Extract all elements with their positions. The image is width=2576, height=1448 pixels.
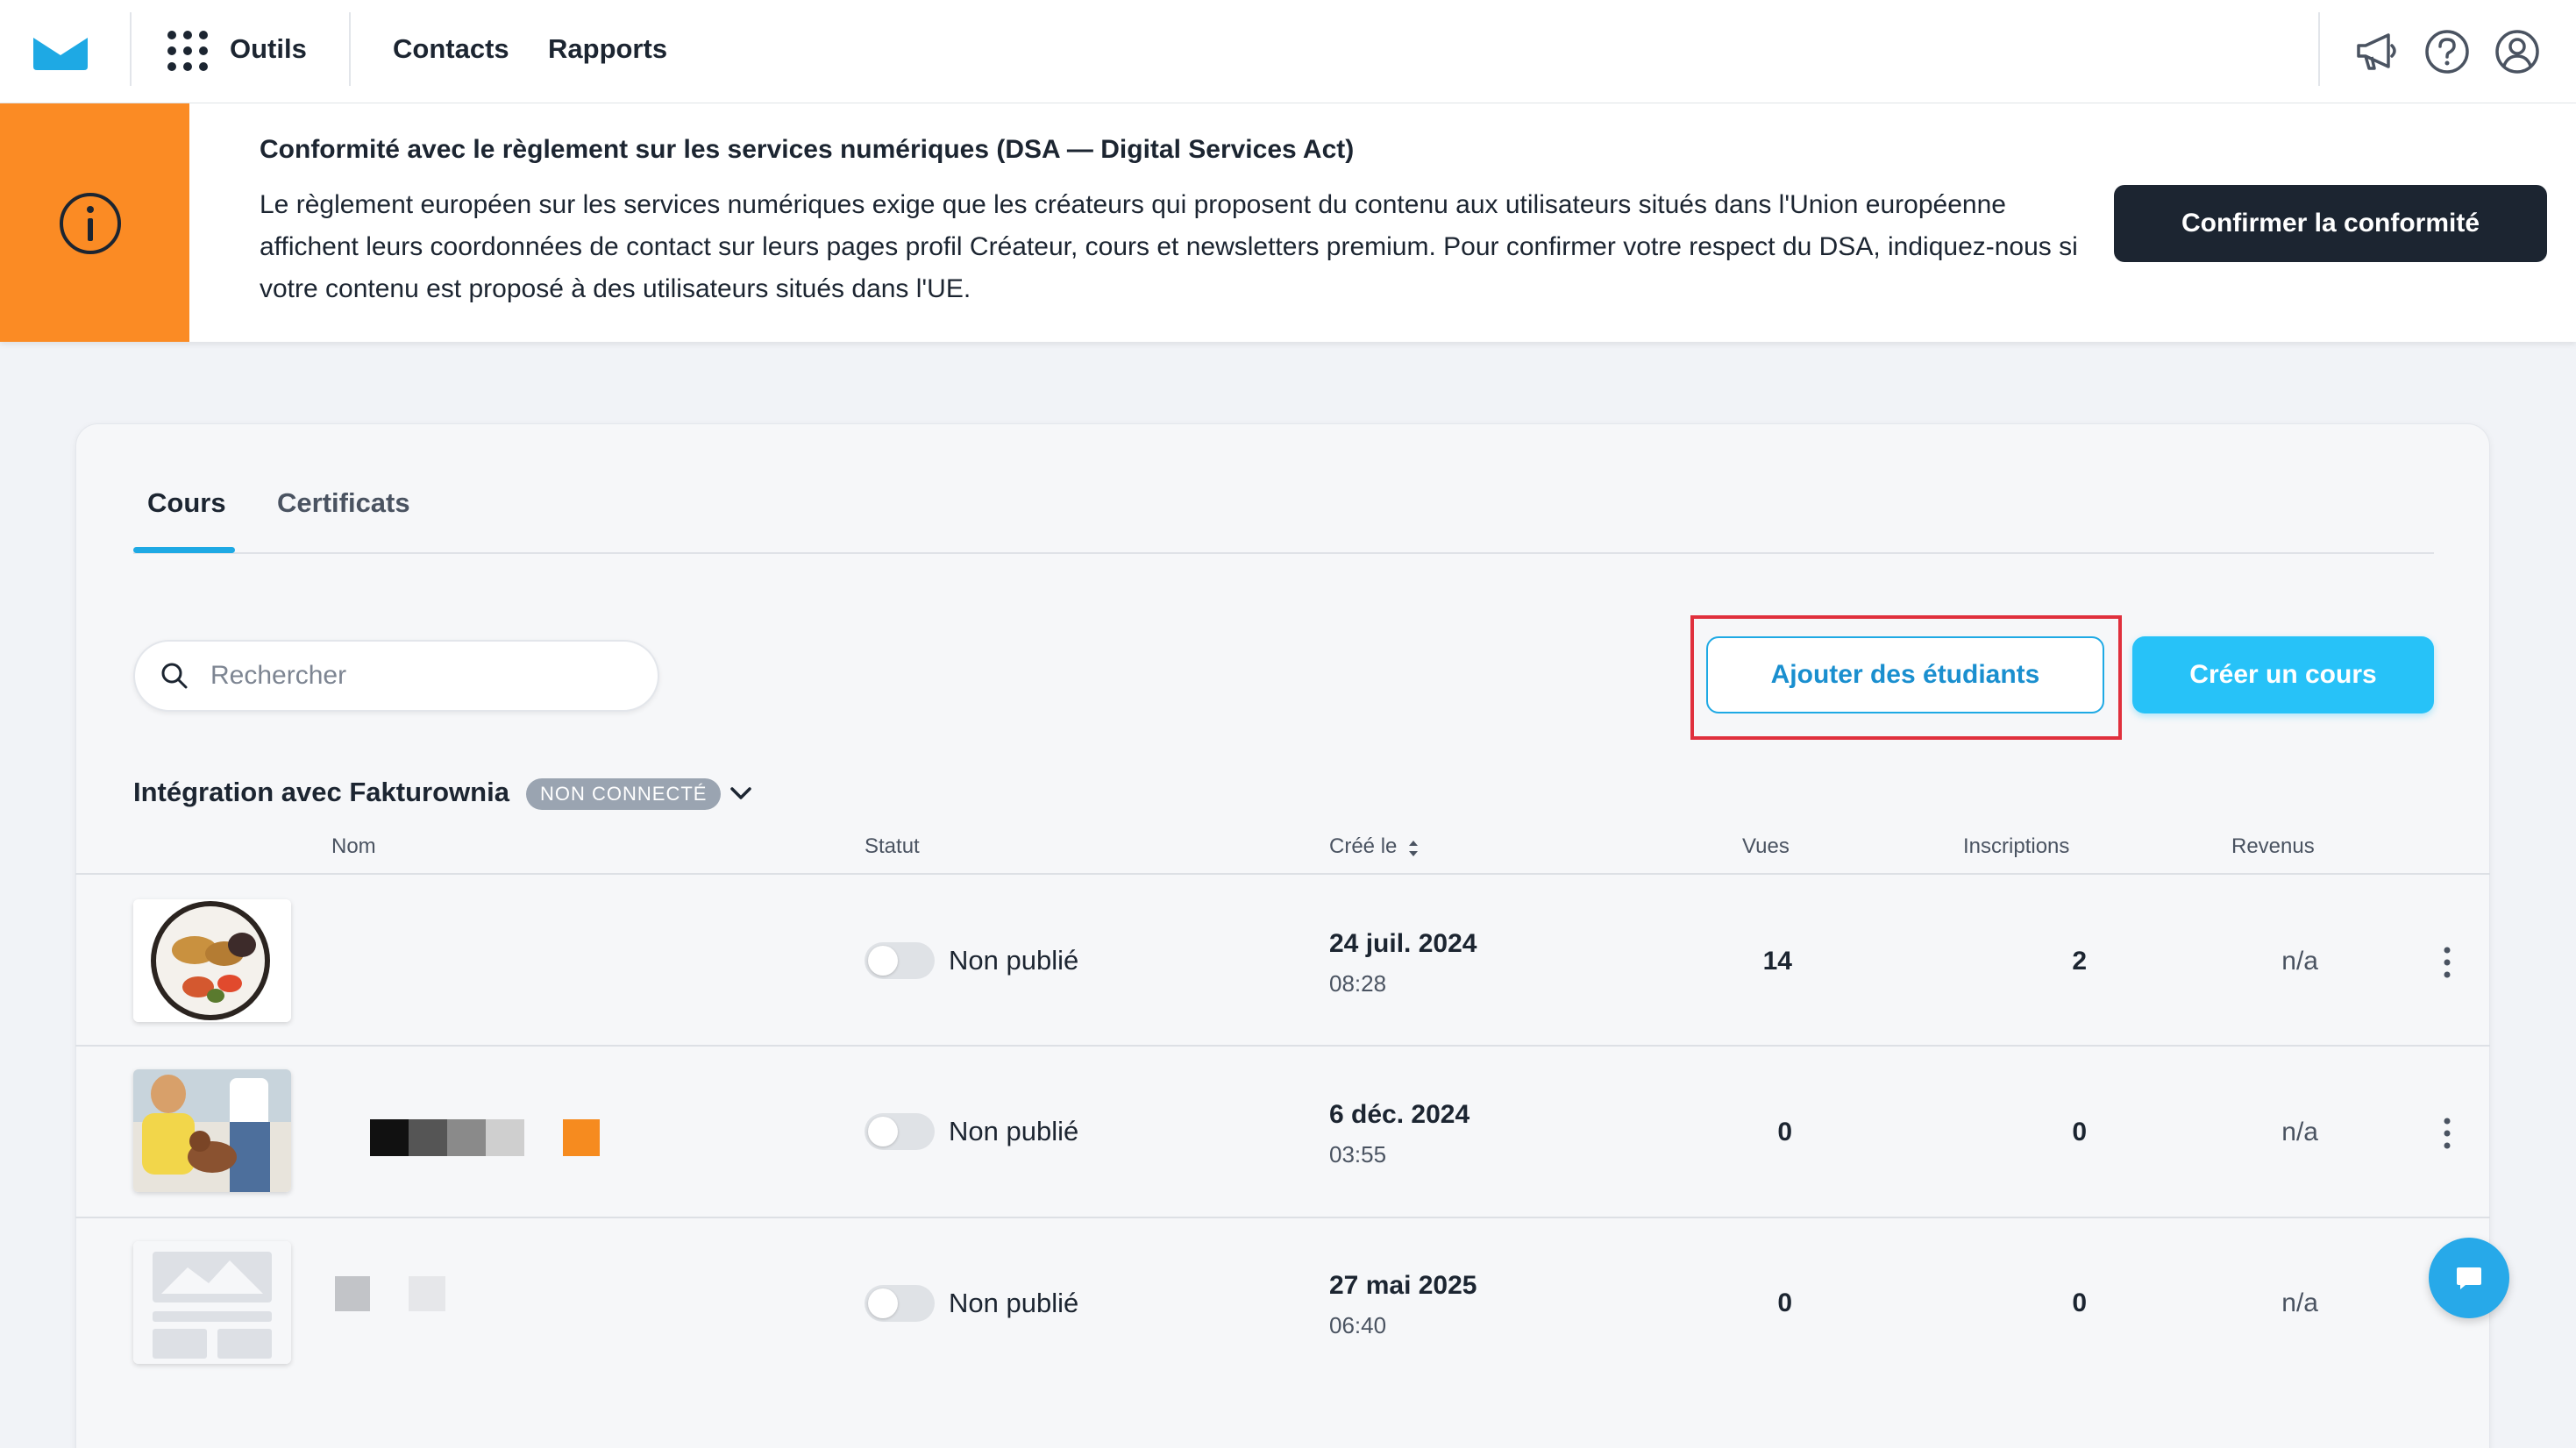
column-header-status[interactable]: Statut [865, 834, 920, 859]
topbar-divider [130, 12, 132, 86]
orange-marker [563, 1119, 600, 1156]
info-icon [60, 193, 121, 254]
redacted-block [335, 1276, 370, 1311]
publish-toggle[interactable] [865, 1285, 935, 1322]
add-students-button[interactable]: Ajouter des étudiants [1706, 636, 2104, 713]
placeholder-image-icon [133, 1241, 291, 1364]
created-time: 03:55 [1329, 1141, 1387, 1168]
tab-certificates[interactable]: Certificats [277, 487, 410, 519]
table-divider [75, 1217, 2490, 1218]
redacted-block [409, 1276, 445, 1311]
signups-count: 0 [2072, 1288, 2087, 1317]
column-header-created[interactable]: Créé le [1329, 834, 1397, 859]
chat-support-button[interactable] [2429, 1238, 2509, 1318]
column-header-name[interactable]: Nom [331, 834, 376, 859]
views-count: 14 [1762, 947, 1792, 976]
food-plate-image [133, 899, 291, 1022]
column-header-views[interactable]: Vues [1742, 834, 1790, 859]
more-options-icon[interactable] [2434, 945, 2460, 980]
revenue-value: n/a [2281, 1118, 2318, 1146]
active-tab-indicator [133, 547, 235, 553]
views-count: 0 [1777, 1118, 1792, 1146]
nav-contacts[interactable]: Contacts [393, 33, 509, 65]
created-time: 06:40 [1329, 1312, 1387, 1338]
topbar-divider [2318, 12, 2320, 86]
redacted-block [370, 1119, 524, 1156]
course-thumbnail[interactable] [133, 1241, 291, 1364]
dsa-compliance-banner: Conformité avec le règlement sur les ser… [0, 103, 2576, 342]
people-with-dog-image [133, 1069, 291, 1192]
search-icon [161, 663, 188, 689]
publish-toggle[interactable] [865, 942, 935, 979]
banner-accent-strip [0, 103, 189, 342]
topbar-divider [349, 12, 351, 86]
envelope-logo-icon[interactable] [32, 30, 89, 72]
column-header-revenue[interactable]: Revenus [2231, 834, 2315, 859]
status-text: Non publié [949, 1116, 1079, 1146]
tabs-divider [133, 552, 2434, 554]
course-thumbnail[interactable] [133, 899, 291, 1022]
status-text: Non publié [949, 945, 1079, 976]
table-divider [75, 873, 2490, 875]
chat-bubble-icon [2457, 1267, 2481, 1289]
confirm-compliance-button[interactable]: Confirmer la conformité [2114, 185, 2547, 262]
created-date: 24 juil. 2024 [1329, 929, 1477, 958]
created-date: 6 déc. 2024 [1329, 1100, 1470, 1129]
help-icon[interactable] [2423, 28, 2471, 75]
search-input[interactable] [210, 654, 631, 698]
column-header-signups[interactable]: Inscriptions [1963, 834, 2069, 859]
banner-description: Le règlement européen sur les services n… [260, 190, 2078, 303]
sort-icon[interactable] [1406, 836, 1420, 861]
created-time: 08:28 [1329, 970, 1387, 997]
signups-count: 2 [2072, 947, 2087, 976]
publish-toggle[interactable] [865, 1113, 935, 1150]
created-date: 27 mai 2025 [1329, 1271, 1477, 1300]
nav-reports[interactable]: Rapports [548, 33, 667, 65]
revenue-value: n/a [2281, 1288, 2318, 1317]
revenue-value: n/a [2281, 947, 2318, 976]
tab-courses[interactable]: Cours [147, 487, 226, 519]
search-box[interactable] [133, 640, 659, 712]
create-course-button[interactable]: Créer un cours [2132, 636, 2434, 713]
megaphone-icon[interactable] [2353, 28, 2401, 75]
banner-title: Conformité avec le règlement sur les ser… [260, 135, 1355, 164]
nav-tools[interactable]: Outils [230, 33, 307, 65]
course-thumbnail[interactable] [133, 1069, 291, 1192]
signups-count: 0 [2072, 1118, 2087, 1146]
apps-grid-icon[interactable] [167, 30, 209, 72]
integration-label: Intégration avec Fakturownia [133, 777, 509, 807]
views-count: 0 [1777, 1288, 1792, 1317]
status-badge: NON CONNECTÉ [526, 778, 722, 810]
table-divider [75, 1045, 2490, 1047]
more-options-icon[interactable] [2434, 1116, 2460, 1151]
top-navigation-bar: Outils Contacts Rapports [0, 0, 2576, 103]
chevron-down-icon[interactable] [728, 780, 754, 806]
status-text: Non publié [949, 1288, 1079, 1318]
account-icon[interactable] [2494, 28, 2541, 75]
